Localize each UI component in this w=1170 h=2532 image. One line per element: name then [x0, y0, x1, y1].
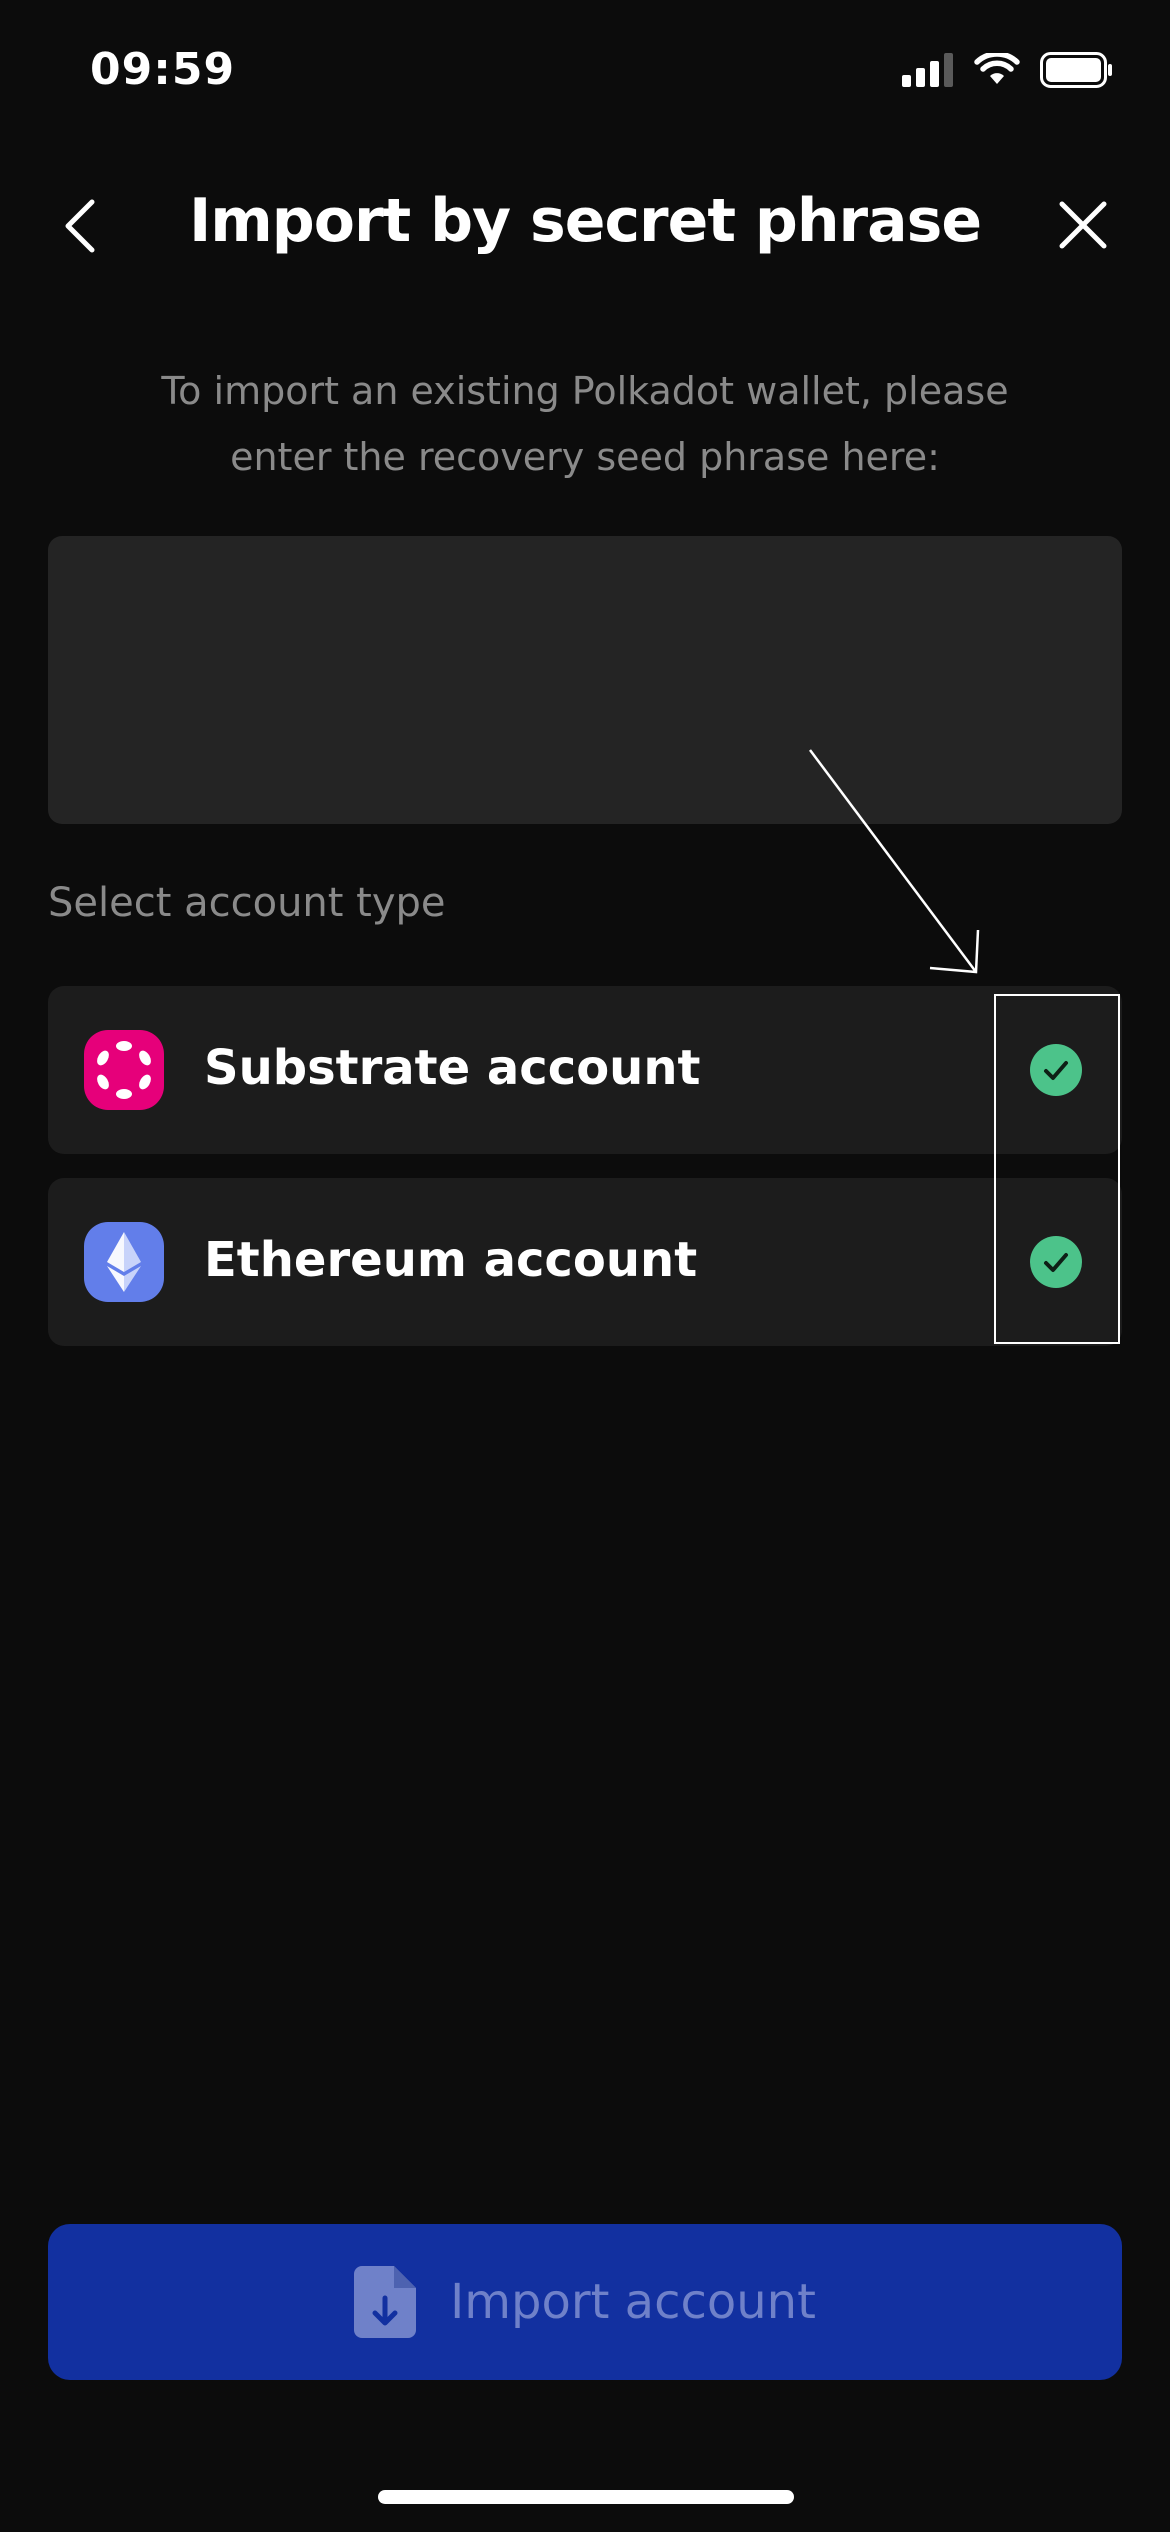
status-time: 09:59 — [90, 44, 236, 95]
ethereum-account-option[interactable]: Ethereum account — [48, 1178, 1122, 1346]
instructions-text: To import an existing Polkadot wallet, p… — [161, 369, 1009, 479]
file-download-icon — [354, 2266, 417, 2338]
polkadot-icon — [84, 1030, 164, 1110]
battery-icon — [1040, 52, 1112, 88]
page-title: Import by secret phrase — [188, 186, 982, 256]
close-button[interactable] — [1048, 190, 1118, 260]
check-circle-icon[interactable] — [1030, 1044, 1082, 1096]
ethereum-icon — [84, 1222, 164, 1302]
home-indicator[interactable] — [378, 2490, 794, 2504]
seed-phrase-input[interactable] — [48, 536, 1122, 824]
cellular-signal-icon — [902, 53, 953, 87]
substrate-account-label: Substrate account — [204, 1040, 701, 1096]
substrate-account-option[interactable]: Substrate account — [48, 986, 1122, 1154]
wifi-icon — [974, 53, 1020, 84]
import-account-button[interactable]: Import account — [48, 2224, 1122, 2380]
ethereum-account-label: Ethereum account — [204, 1232, 698, 1288]
import-account-label: Import account — [450, 2274, 816, 2330]
status-icons — [902, 52, 1114, 88]
account-type-label: Select account type — [48, 880, 446, 926]
close-icon — [1059, 201, 1107, 249]
check-circle-icon[interactable] — [1030, 1236, 1082, 1288]
